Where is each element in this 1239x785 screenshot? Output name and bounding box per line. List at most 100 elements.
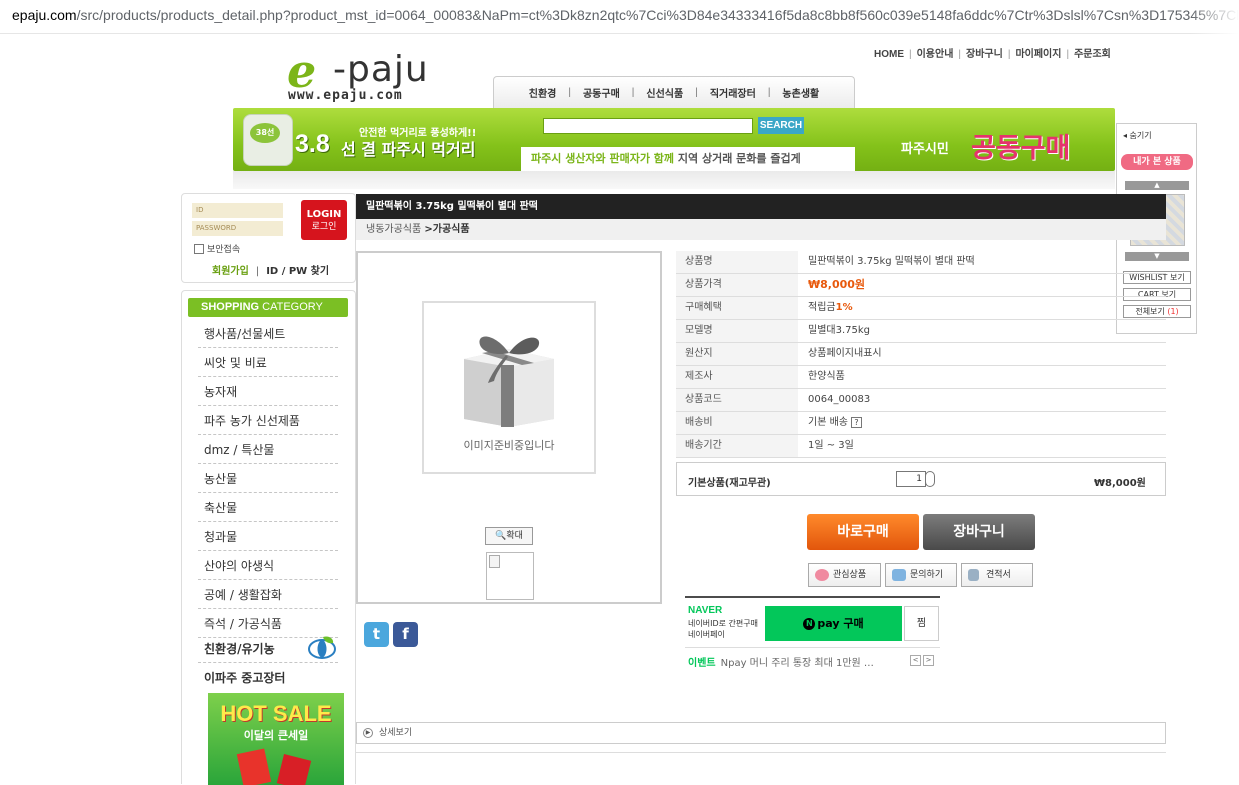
product-image-area: 이미지준비중입니다 🔍확대 [356, 251, 662, 604]
table-row: 원산지 상품페이지내표시 [676, 343, 1166, 366]
site-logo[interactable]: e -paju www.epaju.com [287, 48, 437, 106]
inquiry-label: 문의하기 [910, 570, 944, 580]
breadcrumb-current[interactable]: >가공식품 [424, 224, 469, 235]
hot-sale-banner[interactable]: HOT SALE 이달의 큰세일 [208, 693, 344, 785]
heart-icon [815, 569, 829, 581]
category-item-used-market[interactable]: 이파주 중고장터 [198, 664, 338, 692]
category-item[interactable]: 공예 / 생활잡화 [198, 581, 338, 609]
category-item[interactable]: 파주 농가 신선제품 [198, 407, 338, 435]
breadcrumb: 냉동가공식품 >가공식품 [356, 219, 1166, 240]
table-row: 구매혜택 적립금1% [676, 297, 1166, 320]
separator: | [958, 49, 962, 60]
separator: | [1007, 49, 1011, 60]
quantity-input[interactable]: 1 [896, 471, 926, 487]
join-link[interactable]: 회원가입 [212, 266, 249, 277]
separator: | [1066, 49, 1070, 60]
top-link-cart[interactable]: 장바구니 [966, 49, 1003, 60]
buy-now-button[interactable]: 바로구매 [807, 514, 919, 550]
category-item[interactable]: 농자재 [198, 378, 338, 406]
gift-box-icon [464, 336, 554, 427]
table-row: 모델명 밀별대3.75kg [676, 320, 1166, 343]
help-icon[interactable]: ? [850, 416, 862, 428]
top-banner: 38선 3.8 안전한 먹거리로 풍성하게!! 선 결 파주시 먹거리 SEAR… [233, 108, 1115, 171]
url-host: epaju.com [12, 7, 77, 23]
zoom-button[interactable]: 🔍확대 [485, 527, 533, 545]
address-bar[interactable]: epaju.com/src/products/products_detail.p… [0, 0, 1239, 34]
table-row: 상품코드 0064_00083 [676, 389, 1166, 412]
option-box: 기본상품(재고무관) 1 ₩8,000원 [676, 462, 1166, 496]
product-image[interactable]: 이미지준비중입니다 [422, 301, 596, 474]
price-value: ₩8,000원 [808, 278, 866, 291]
npay-buy-button[interactable]: Npay 구매 [765, 606, 902, 641]
naver-pay-description: 네이버ID로 간편구매네이버페이 [688, 618, 758, 640]
table-row: 상품가격 ₩8,000원 [676, 274, 1166, 297]
option-label: 기본상품(재고무관) [688, 478, 771, 489]
top-links: HOME | 이용안내 | 장바구니 | 마이페이지 | 주문조회 [874, 45, 1111, 60]
naver-desc-line1: 네이버ID로 간편구매 [688, 619, 758, 628]
quantity-stepper[interactable] [925, 471, 935, 487]
nav-group-buy[interactable]: 공동구매 [583, 85, 620, 100]
category-item[interactable]: 축산물 [198, 494, 338, 522]
secure-login-option[interactable]: 보안접속 [194, 242, 240, 255]
login-button-label: LOGIN [306, 209, 342, 220]
category-item[interactable]: 씨앗 및 비료 [198, 349, 338, 377]
event-text[interactable]: Npay 머니 주리 통장 최대 1만원 … [721, 658, 874, 669]
secure-login-checkbox[interactable] [194, 243, 204, 254]
estimate-button[interactable]: 견적서 [961, 563, 1033, 587]
login-button[interactable]: LOGIN 로그인 [301, 200, 347, 240]
nav-eco[interactable]: 친환경 [529, 85, 557, 100]
magnifier-icon: 🔍 [495, 531, 507, 541]
facebook-share-icon[interactable]: f [393, 622, 418, 647]
add-to-cart-button[interactable]: 장바구니 [923, 514, 1035, 550]
play-circle-icon: ▶ [363, 728, 373, 738]
category-item[interactable]: dmz / 특산물 [198, 436, 338, 464]
banner-group-buy[interactable]: 공동구매 [971, 126, 1070, 165]
info-key: 상품명 [676, 251, 798, 273]
broken-image-icon [489, 555, 500, 568]
shopping-bag-icon [276, 754, 312, 785]
eco-organic-icon [308, 636, 336, 659]
prev-icon[interactable]: < [910, 655, 921, 666]
address-bar-fade [1190, 0, 1239, 34]
npay-buy-label: pay 구매 [817, 617, 864, 630]
separator: | [568, 87, 571, 98]
next-icon[interactable]: > [923, 655, 934, 666]
shipping-value: 기본 배송? [808, 412, 862, 434]
twitter-share-icon[interactable]: t [364, 622, 389, 647]
url-path: /src/products/products_detail.php?produc… [76, 7, 1239, 23]
search-button[interactable]: SEARCH [758, 117, 804, 134]
naver-desc-line2: 네이버페이 [688, 630, 725, 639]
category-item[interactable]: 산야의 야생식 [198, 552, 338, 580]
info-key: 배송기간 [676, 435, 798, 457]
id-input[interactable]: ID [192, 203, 283, 218]
top-link-mypage[interactable]: 마이페이지 [1015, 49, 1061, 60]
breadcrumb-parent[interactable]: 냉동가공식품 [366, 224, 424, 235]
top-link-order-lookup[interactable]: 주문조회 [1074, 49, 1111, 60]
top-link-home[interactable]: HOME [874, 49, 904, 60]
hide-panel-button[interactable]: ◂ 숨기기 [1123, 130, 1152, 141]
table-row: 제조사 한양식품 [676, 366, 1166, 389]
wishlist-add-button[interactable]: 관심상품 [808, 563, 881, 587]
nav-fresh-food[interactable]: 신선식품 [646, 85, 683, 100]
detail-view-bar[interactable]: ▶ 상세보기 [356, 722, 1166, 744]
category-item[interactable]: 즉석 / 가공식품 [198, 610, 338, 638]
nav-rural-life[interactable]: 농촌생활 [782, 85, 819, 100]
find-id-pw-link[interactable]: ID / PW 찾기 [266, 266, 329, 277]
search-input[interactable] [543, 118, 753, 134]
inquiry-button[interactable]: 문의하기 [885, 563, 957, 587]
category-item[interactable]: 행사품/선물세트 [198, 320, 338, 348]
shopping-category: SHOPPING CATEGORY 행사품/선물세트 씨앗 및 비료 농자재 파… [181, 290, 356, 785]
password-input[interactable]: PASSWORD [192, 221, 283, 236]
naver-wish-button[interactable]: 찜 [904, 606, 939, 641]
category-item[interactable]: 농산물 [198, 465, 338, 493]
top-link-guide[interactable]: 이용안내 [917, 49, 954, 60]
table-row: 배송비 기본 배송? [676, 412, 1166, 435]
category-item[interactable]: 청과물 [198, 523, 338, 551]
benefit-percent: 1% [835, 302, 853, 313]
scroll-up-icon[interactable]: ▲ [1125, 181, 1189, 190]
product-title-bar: 밀판떡볶이 3.75kg 밀떡볶이 별대 판떡 [356, 194, 1166, 219]
nav-direct-market[interactable]: 직거래장터 [710, 85, 756, 100]
tagline-highlight: 파주시 생산자와 판매자가 함께 [531, 152, 675, 165]
product-thumbnail[interactable] [486, 552, 534, 600]
banner-shadow [233, 171, 1115, 189]
